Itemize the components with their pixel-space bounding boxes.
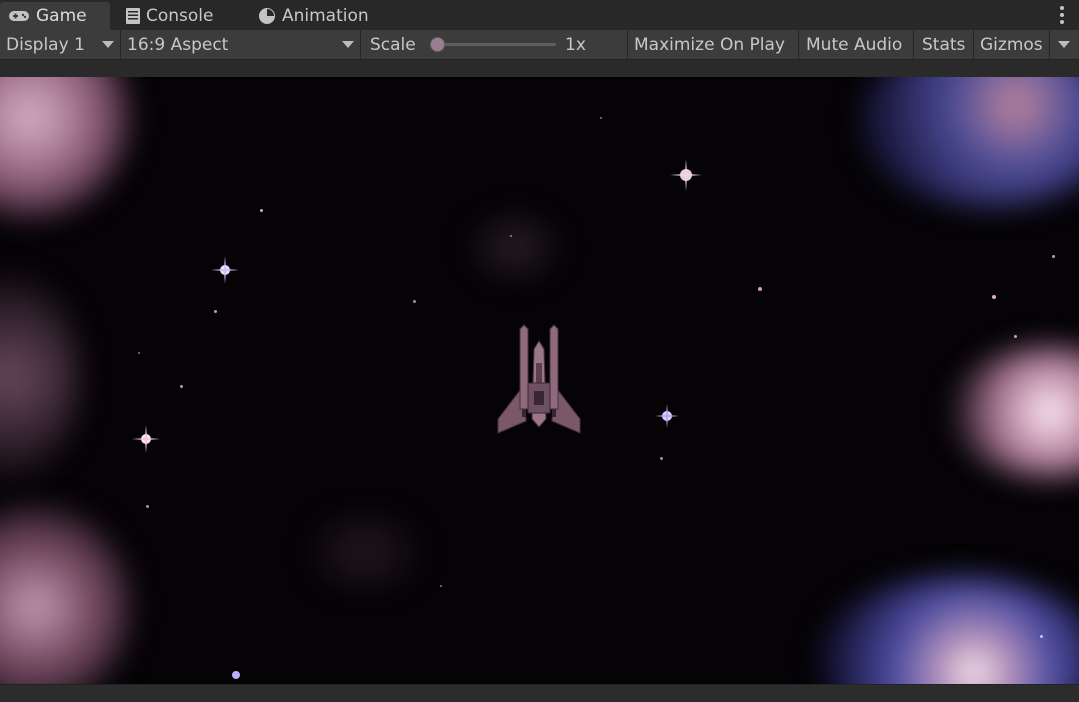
star-flare	[132, 425, 160, 453]
star	[214, 310, 217, 313]
game-viewport[interactable]	[0, 77, 1079, 684]
aspect-dropdown[interactable]: 16:9 Aspect	[121, 30, 360, 59]
stats-button[interactable]: Stats	[916, 30, 973, 59]
chevron-down-icon	[102, 41, 114, 48]
maximize-on-play-button[interactable]: Maximize On Play	[628, 30, 798, 59]
divider	[360, 30, 361, 59]
nebula-faint-bottom	[310, 517, 420, 587]
star	[138, 352, 140, 354]
nebula-bottom-right	[820, 577, 1079, 684]
nebula-top-left	[0, 77, 130, 217]
star-flare	[655, 404, 679, 428]
divider	[798, 30, 799, 59]
viewport-bottom-bar	[0, 684, 1079, 702]
gamepad-icon	[9, 11, 29, 21]
clock-icon	[259, 8, 275, 24]
more-options-icon[interactable]	[1059, 6, 1065, 24]
console-icon	[126, 8, 140, 24]
star-flare	[670, 159, 702, 191]
star	[413, 300, 416, 303]
scale-value: 1x	[559, 30, 619, 59]
scale-slider-handle[interactable]	[430, 37, 445, 52]
star	[440, 585, 442, 587]
tab-animation-label: Animation	[282, 6, 369, 26]
scale-label: Scale	[364, 30, 434, 59]
chevron-down-icon	[1058, 41, 1070, 48]
mute-audio-button[interactable]: Mute Audio	[800, 30, 913, 59]
gizmos-label: Gizmos	[980, 34, 1043, 55]
tab-animation[interactable]: Animation	[250, 2, 380, 30]
tab-game-label: Game	[36, 6, 87, 26]
star	[260, 209, 263, 212]
star-flare	[232, 671, 240, 679]
gizmos-button[interactable]: Gizmos	[974, 30, 1049, 59]
tab-console-label: Console	[146, 6, 214, 26]
display-label: Display 1	[6, 34, 85, 55]
nebula-top-right	[860, 77, 1079, 207]
scale-value-text: 1x	[565, 34, 586, 55]
nebula-bottom-left	[0, 507, 130, 684]
star	[600, 117, 602, 119]
editor-tab-bar: Game Console Animation	[0, 0, 1079, 30]
chevron-down-icon	[342, 41, 354, 48]
stats-label: Stats	[922, 34, 966, 55]
star	[1040, 635, 1043, 638]
mute-label: Mute Audio	[806, 34, 903, 55]
scale-label-text: Scale	[370, 34, 416, 55]
display-dropdown[interactable]: Display 1	[0, 30, 120, 59]
star	[1052, 255, 1055, 258]
scale-slider-track[interactable]	[436, 43, 556, 46]
star	[1014, 335, 1017, 338]
star	[660, 457, 663, 460]
divider	[913, 30, 914, 59]
tab-game[interactable]: Game	[0, 2, 110, 30]
maximize-label: Maximize On Play	[634, 34, 785, 55]
nebula-right	[950, 347, 1079, 477]
star	[146, 505, 149, 508]
star	[180, 385, 183, 388]
player-spaceship[interactable]	[494, 323, 584, 437]
star-flare	[211, 256, 239, 284]
viewport-header-gap	[0, 60, 1079, 78]
gizmos-dropdown[interactable]	[1050, 30, 1079, 59]
nebula-left	[0, 277, 80, 477]
star	[758, 287, 762, 291]
aspect-label: 16:9 Aspect	[127, 34, 229, 55]
star	[992, 295, 996, 299]
star	[510, 235, 512, 237]
nebula-faint-center	[470, 217, 560, 277]
tab-console[interactable]: Console	[118, 2, 236, 30]
